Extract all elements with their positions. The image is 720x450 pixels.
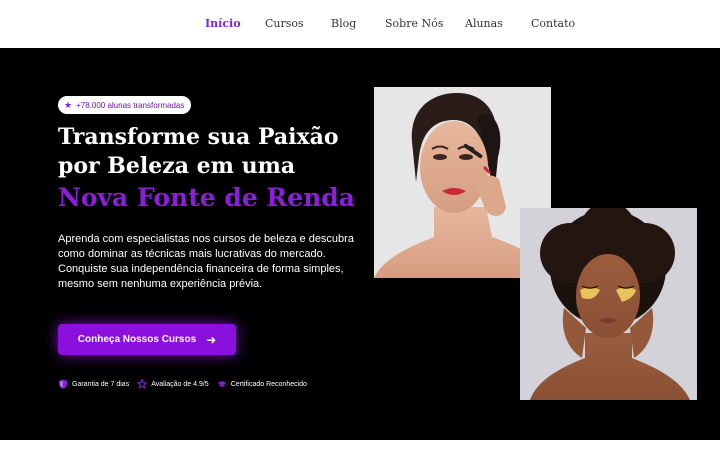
feature-certificate: Certificado Reconhecido bbox=[217, 379, 307, 389]
star-outline-icon bbox=[137, 379, 148, 389]
courses-cta-button[interactable]: Conheça Nossos Cursos ➜ bbox=[58, 324, 236, 355]
badge-text: +78.000 alunas transformadas bbox=[76, 100, 185, 110]
nav-link-cursos[interactable]: Cursos bbox=[265, 17, 304, 30]
students-badge: ★ +78.000 alunas transformadas bbox=[58, 96, 192, 114]
nav-link-contato[interactable]: Contato bbox=[531, 17, 575, 30]
star-icon: ★ bbox=[64, 99, 73, 110]
arrow-right-icon: ➜ bbox=[206, 332, 217, 347]
trust-features: Garantia de 7 dias Avaliação de 4.9/5 Ce… bbox=[58, 379, 307, 389]
feature-rating: Avaliação de 4.9/5 bbox=[137, 379, 209, 389]
skincare-photo bbox=[520, 208, 697, 400]
graduation-cap-icon bbox=[217, 381, 227, 387]
top-navigation: Início Cursos Blog Sobre Nós Alunas Cont… bbox=[0, 0, 720, 48]
nav-links: Início Cursos Blog Sobre Nós Alunas Cont… bbox=[0, 17, 720, 33]
page-bottom-strip bbox=[0, 440, 720, 450]
hero-description: Aprenda com especialistas nos cursos de … bbox=[58, 233, 354, 290]
feature-guarantee: Garantia de 7 dias bbox=[58, 379, 129, 389]
nav-link-inicio[interactable]: Início bbox=[205, 17, 241, 30]
hero-title: Transforme sua Paixão por Beleza em uma … bbox=[58, 123, 378, 215]
hero-title-accent: Nova Fonte de Renda bbox=[58, 183, 355, 212]
feature-text: Garantia de 7 dias bbox=[72, 380, 130, 388]
shield-icon bbox=[59, 379, 67, 389]
hero-title-line-1: Transforme sua Paixão bbox=[58, 124, 339, 150]
woman-with-eye-patches-image bbox=[520, 208, 697, 400]
nav-link-blog[interactable]: Blog bbox=[331, 17, 356, 30]
nav-link-alunas[interactable]: Alunas bbox=[465, 17, 503, 30]
feature-text: Avaliação de 4.9/5 bbox=[151, 380, 209, 388]
hero-title-line-2: por Beleza em uma bbox=[58, 153, 296, 179]
feature-text: Certificado Reconhecido bbox=[230, 380, 307, 388]
nav-link-sobre-nos[interactable]: Sobre Nós bbox=[385, 17, 443, 30]
cta-label: Conheça Nossos Cursos bbox=[77, 334, 197, 345]
hero-section: ★ +78.000 alunas transformadas Transform… bbox=[0, 48, 720, 440]
